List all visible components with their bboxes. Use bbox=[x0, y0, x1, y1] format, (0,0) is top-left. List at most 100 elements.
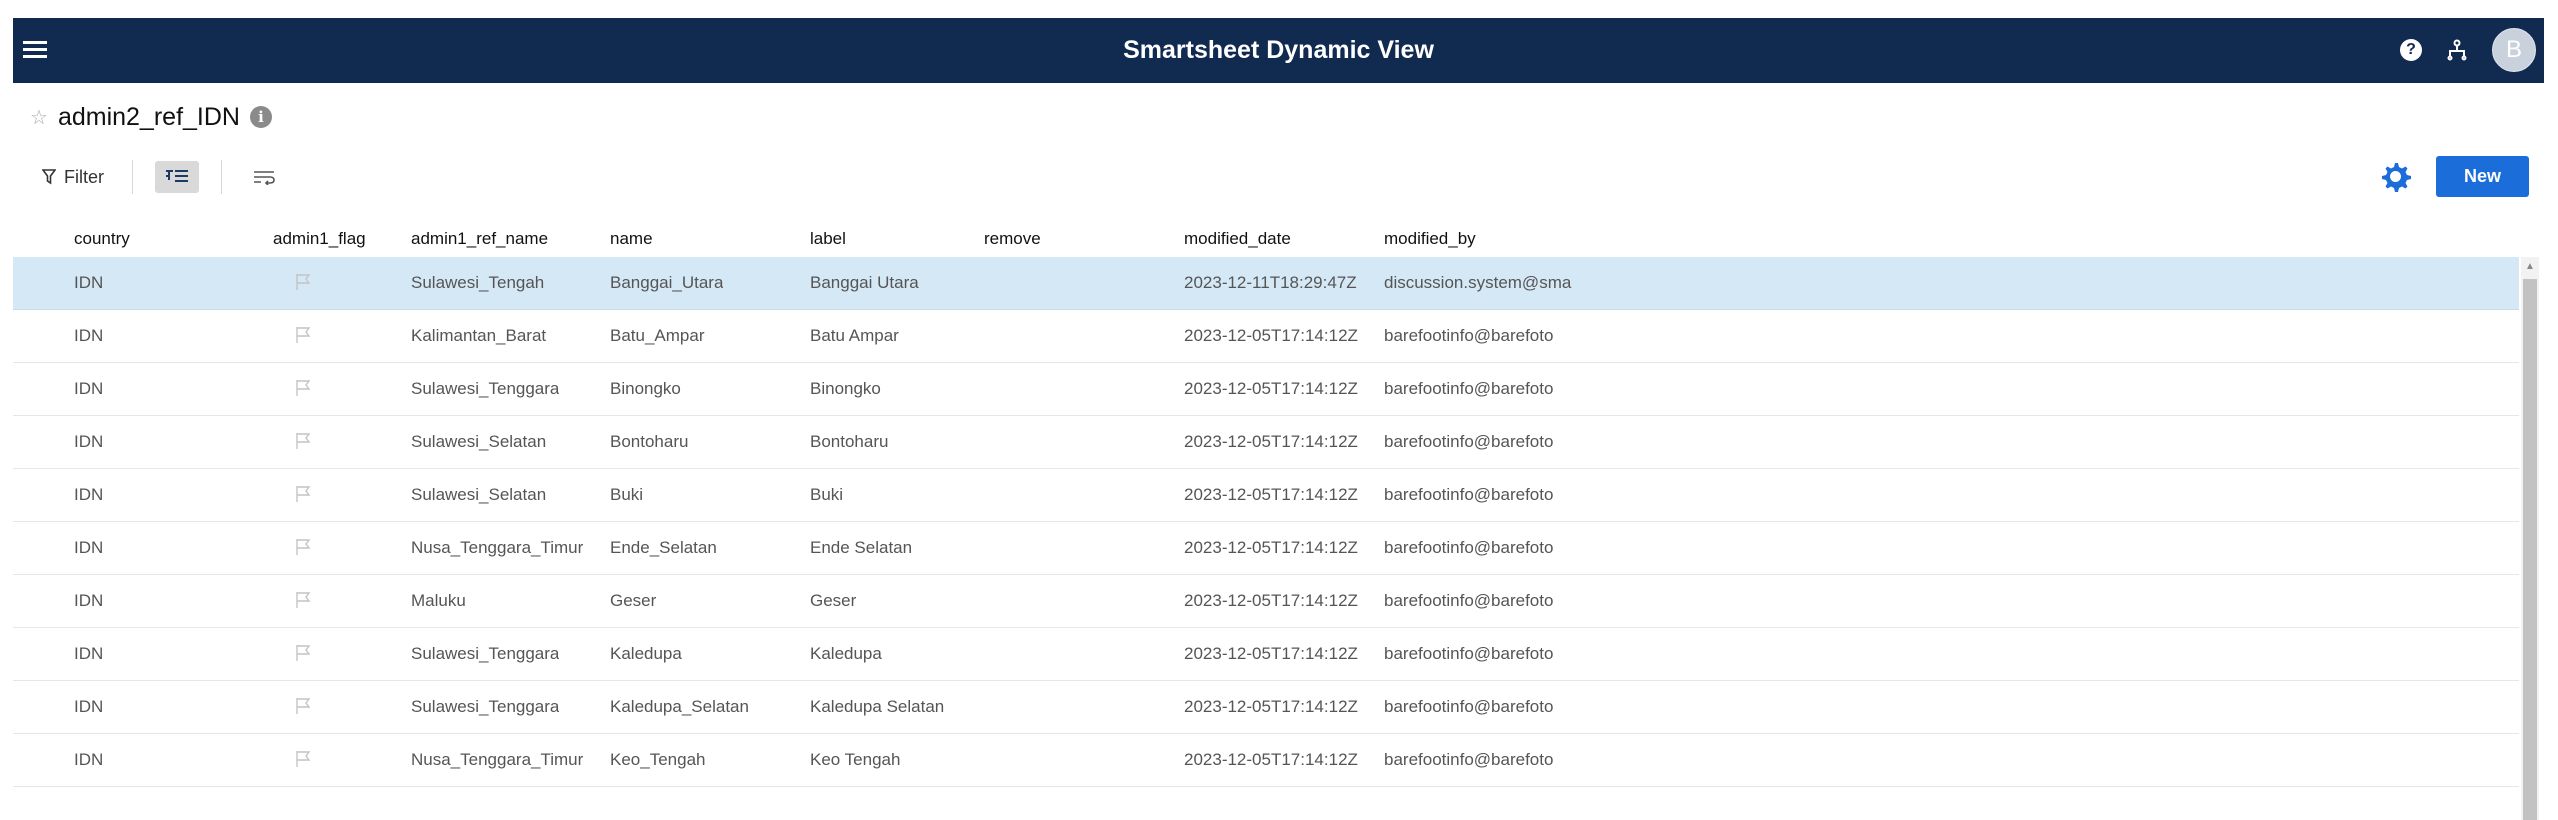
table-cell-modified-by[interactable]: barefootinfo@barefoto bbox=[1384, 644, 1582, 664]
star-icon[interactable]: ☆ bbox=[30, 105, 48, 130]
scroll-up-icon[interactable]: ▲ bbox=[2521, 257, 2539, 277]
flag-icon[interactable] bbox=[295, 750, 311, 768]
gear-icon[interactable] bbox=[2378, 159, 2412, 193]
grid-view-icon[interactable] bbox=[155, 161, 199, 193]
flag-icon[interactable] bbox=[295, 326, 311, 344]
table-cell-modified-date[interactable]: 2023-12-05T17:14:12Z bbox=[1184, 591, 1358, 611]
table-cell-admin1-ref-name[interactable]: Nusa_Tenggara_Timur bbox=[411, 750, 583, 770]
table-cell-label[interactable]: Kaledupa Selatan bbox=[810, 697, 944, 717]
table-cell-modified-date[interactable]: 2023-12-05T17:14:12Z bbox=[1184, 644, 1358, 664]
table-cell-modified-by[interactable]: barefootinfo@barefoto bbox=[1384, 485, 1582, 505]
avatar[interactable]: B bbox=[2492, 28, 2536, 72]
table-cell-label[interactable]: Keo Tengah bbox=[810, 750, 900, 770]
table-cell-admin1-ref-name[interactable]: Maluku bbox=[411, 591, 466, 611]
share-icon[interactable] bbox=[2444, 37, 2470, 63]
table-cell-name[interactable]: Ende_Selatan bbox=[610, 538, 717, 558]
flag-icon[interactable] bbox=[295, 644, 311, 662]
table-cell-name[interactable]: Banggai_Utara bbox=[610, 273, 723, 293]
new-button[interactable]: New bbox=[2436, 156, 2529, 197]
column-header[interactable]: label bbox=[810, 229, 846, 249]
table-cell-label[interactable]: Kaledupa bbox=[810, 644, 882, 664]
table-row[interactable]: IDN Kalimantan_Barat Batu_Ampar Batu Ampar 2… bbox=[13, 310, 2519, 363]
table-cell-modified-by[interactable]: barefootinfo@barefoto bbox=[1384, 697, 1582, 717]
table-cell-name[interactable]: Keo_Tengah bbox=[610, 750, 705, 770]
table-cell-label[interactable]: Bontoharu bbox=[810, 432, 888, 452]
table-cell-admin1-ref-name[interactable]: Kalimantan_Barat bbox=[411, 326, 546, 346]
table-cell-admin1-ref-name[interactable]: Sulawesi_Selatan bbox=[411, 485, 546, 505]
table-cell-modified-date[interactable]: 2023-12-05T17:14:12Z bbox=[1184, 697, 1358, 717]
wrap-icon[interactable] bbox=[244, 161, 284, 193]
column-header[interactable]: admin1_flag bbox=[273, 229, 366, 249]
filter-button[interactable]: Filter bbox=[36, 163, 110, 192]
column-header[interactable]: modified_date bbox=[1184, 229, 1291, 249]
table-cell-country[interactable]: IDN bbox=[74, 697, 103, 717]
table-cell-modified-by[interactable]: barefootinfo@barefoto bbox=[1384, 379, 1582, 399]
table-cell-label[interactable]: Ende Selatan bbox=[810, 538, 912, 558]
table-cell-name[interactable]: Buki bbox=[610, 485, 643, 505]
table-cell-label[interactable]: Batu Ampar bbox=[810, 326, 899, 346]
table-cell-modified-date[interactable]: 2023-12-11T18:29:47Z bbox=[1184, 273, 1357, 293]
table-cell-modified-date[interactable]: 2023-12-05T17:14:12Z bbox=[1184, 485, 1358, 505]
column-header[interactable]: remove bbox=[984, 229, 1041, 249]
table-row[interactable]: IDN Sulawesi_Selatan Bontoharu Bontoharu 202… bbox=[13, 416, 2519, 469]
table-cell-modified-by[interactable]: barefootinfo@barefoto bbox=[1384, 750, 1582, 770]
table-row[interactable]: IDN Sulawesi_Tengah Banggai_Utara Banggai U… bbox=[13, 257, 2519, 310]
table-cell-name[interactable]: Kaledupa bbox=[610, 644, 682, 664]
table-cell-country[interactable]: IDN bbox=[74, 750, 103, 770]
table-cell-admin1-ref-name[interactable]: Sulawesi_Tengah bbox=[411, 273, 544, 293]
table-cell-label[interactable]: Binongko bbox=[810, 379, 881, 399]
table-cell-name[interactable]: Batu_Ampar bbox=[610, 326, 705, 346]
table-row[interactable]: IDN Nusa_Tenggara_Timur Ende_Selatan Ende S… bbox=[13, 522, 2519, 575]
table-cell-modified-by[interactable]: discussion.system@sma bbox=[1384, 273, 1582, 293]
table-cell-name[interactable]: Bontoharu bbox=[610, 432, 688, 452]
column-header[interactable]: modified_by bbox=[1384, 229, 1582, 249]
flag-icon[interactable] bbox=[295, 538, 311, 556]
table-cell-name[interactable]: Geser bbox=[610, 591, 656, 611]
table-cell-country[interactable]: IDN bbox=[74, 273, 103, 293]
table-cell-modified-by[interactable]: barefootinfo@barefoto bbox=[1384, 538, 1582, 558]
help-icon[interactable]: ? bbox=[2400, 39, 2422, 61]
flag-icon[interactable] bbox=[295, 697, 311, 715]
table-row[interactable]: IDN Sulawesi_Tenggara Kaledupa Kaledupa 2023… bbox=[13, 628, 2519, 681]
table-cell-label[interactable]: Geser bbox=[810, 591, 856, 611]
table-cell-admin1-ref-name[interactable]: Sulawesi_Tenggara bbox=[411, 644, 559, 664]
table-row[interactable]: IDN Sulawesi_Tenggara Binongko Binongko 2023… bbox=[13, 363, 2519, 416]
table-cell-admin1-ref-name[interactable]: Sulawesi_Tenggara bbox=[411, 697, 559, 717]
table-cell-modified-by[interactable]: barefootinfo@barefoto bbox=[1384, 326, 1582, 346]
table-row[interactable]: IDN Maluku Geser Geser 2023-12-05T17:14:12Z b… bbox=[13, 575, 2519, 628]
info-icon[interactable]: i bbox=[249, 106, 272, 128]
table-cell-country[interactable]: IDN bbox=[74, 432, 103, 452]
table-cell-modified-date[interactable]: 2023-12-05T17:14:12Z bbox=[1184, 750, 1358, 770]
scrollbar-thumb[interactable] bbox=[2523, 279, 2537, 820]
table-row[interactable]: IDN Sulawesi_Selatan Buki Buki 2023-12-05T17… bbox=[13, 469, 2519, 522]
flag-icon[interactable] bbox=[295, 273, 311, 291]
table-cell-label[interactable]: Buki bbox=[810, 485, 843, 505]
table-cell-modified-date[interactable]: 2023-12-05T17:14:12Z bbox=[1184, 432, 1358, 452]
table-cell-label[interactable]: Banggai Utara bbox=[810, 273, 919, 293]
table-row[interactable]: IDN Nusa_Tenggara_Timur Keo_Tengah Keo Teng… bbox=[13, 734, 2519, 787]
table-cell-country[interactable]: IDN bbox=[74, 644, 103, 664]
table-cell-country[interactable]: IDN bbox=[74, 379, 103, 399]
table-cell-country[interactable]: IDN bbox=[74, 326, 103, 346]
flag-icon[interactable] bbox=[295, 432, 311, 450]
scrollbar[interactable]: ▲ bbox=[2521, 257, 2539, 820]
table-cell-admin1-ref-name[interactable]: Sulawesi_Tenggara bbox=[411, 379, 559, 399]
column-header[interactable]: country bbox=[74, 229, 130, 249]
flag-icon[interactable] bbox=[295, 591, 311, 609]
table-cell-name[interactable]: Kaledupa_Selatan bbox=[610, 697, 749, 717]
column-header[interactable]: name bbox=[610, 229, 653, 249]
table-cell-modified-date[interactable]: 2023-12-05T17:14:12Z bbox=[1184, 326, 1358, 346]
flag-icon[interactable] bbox=[295, 485, 311, 503]
table-cell-name[interactable]: Binongko bbox=[610, 379, 681, 399]
table-cell-country[interactable]: IDN bbox=[74, 591, 103, 611]
table-row[interactable]: IDN Sulawesi_Tenggara Kaledupa_Selatan Kale… bbox=[13, 681, 2519, 734]
table-cell-admin1-ref-name[interactable]: Nusa_Tenggara_Timur bbox=[411, 538, 583, 558]
table-cell-modified-by[interactable]: barefootinfo@barefoto bbox=[1384, 591, 1582, 611]
table-cell-country[interactable]: IDN bbox=[74, 485, 103, 505]
table-cell-country[interactable]: IDN bbox=[74, 538, 103, 558]
flag-icon[interactable] bbox=[295, 379, 311, 397]
table-cell-modified-date[interactable]: 2023-12-05T17:14:12Z bbox=[1184, 379, 1358, 399]
table-cell-admin1-ref-name[interactable]: Sulawesi_Selatan bbox=[411, 432, 546, 452]
table-cell-modified-by[interactable]: barefootinfo@barefoto bbox=[1384, 432, 1582, 452]
table-cell-modified-date[interactable]: 2023-12-05T17:14:12Z bbox=[1184, 538, 1358, 558]
